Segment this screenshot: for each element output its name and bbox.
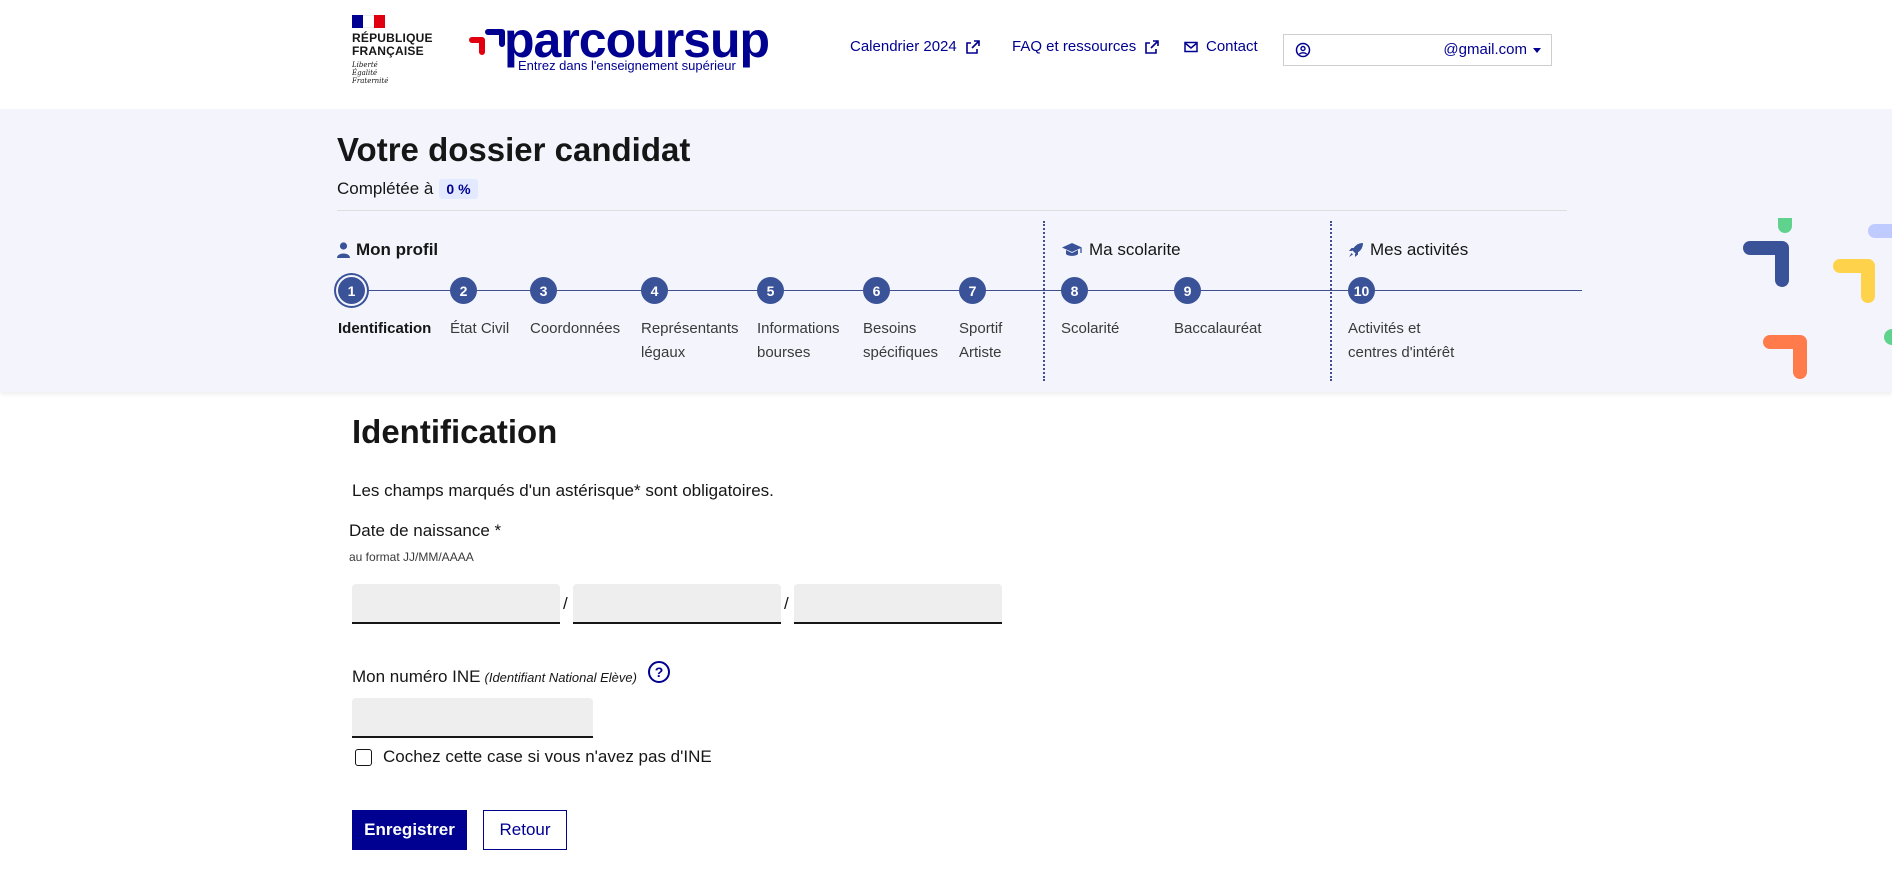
- back-button[interactable]: Retour: [483, 810, 567, 850]
- site-header: RÉPUBLIQUE FRANÇAISE Liberté Égalité Fra…: [0, 0, 1892, 109]
- completion-status: Complétée à 0 %: [337, 179, 478, 199]
- step-label: Besoins spécifiques: [863, 320, 939, 361]
- graduation-cap-icon: [1062, 243, 1082, 256]
- section-mon-profil: Mon profil: [337, 240, 438, 260]
- birth-year-input[interactable]: [794, 584, 1002, 624]
- step-number: 7: [959, 277, 986, 304]
- step-besoins-specifiques[interactable]: 6 Besoins spécifiques: [863, 277, 938, 361]
- external-link-icon: [965, 39, 980, 54]
- step-number: 5: [757, 277, 784, 304]
- ine-label: Mon numéro INE (Identifiant National Elè…: [352, 667, 637, 686]
- step-label: État Civil: [450, 320, 510, 337]
- external-link-icon: [1145, 39, 1160, 54]
- birthdate-label: Date de naissance *: [349, 521, 502, 540]
- parcoursup-logo[interactable]: parcoursup Entrez dans l'enseignement su…: [468, 14, 778, 76]
- step-number: 4: [641, 277, 668, 304]
- calendar-link[interactable]: Calendrier 2024: [850, 38, 980, 55]
- dossier-banner: Votre dossier candidat Complétée à 0 % M…: [0, 109, 1892, 392]
- step-etat-civil[interactable]: 2 État Civil: [450, 277, 509, 337]
- rocket-icon: [1349, 243, 1363, 257]
- step-number: 10: [1348, 277, 1375, 304]
- section-mes-activites: Mes activités: [1348, 240, 1468, 260]
- mail-icon: [1184, 41, 1198, 52]
- birth-month-input[interactable]: [573, 584, 781, 624]
- step-activites[interactable]: 10 Activités et centres d'intérêt: [1348, 277, 1454, 361]
- parcoursup-arrows-icon: [469, 29, 505, 55]
- account-email: @gmail.com: [1443, 41, 1527, 58]
- no-ine-checkbox[interactable]: [355, 749, 372, 766]
- date-separator: /: [784, 594, 789, 613]
- user-circle-icon: [1295, 42, 1311, 58]
- step-label: Coordonnées: [530, 320, 621, 337]
- french-flag-icon: [352, 15, 385, 28]
- step-number: 1: [338, 277, 365, 304]
- step-identification[interactable]: 1 Identification: [338, 277, 431, 337]
- save-button[interactable]: Enregistrer: [352, 810, 467, 850]
- contact-link[interactable]: Contact: [1184, 38, 1258, 55]
- dossier-title: Votre dossier candidat: [337, 131, 691, 168]
- step-number: 3: [530, 277, 557, 304]
- republique-francaise-text: RÉPUBLIQUE FRANÇAISE: [352, 31, 433, 58]
- step-label: Représentants légaux: [641, 320, 739, 361]
- step-number: 2: [450, 277, 477, 304]
- ine-sublabel: (Identifiant National Elève): [484, 670, 637, 685]
- required-fields-note: Les champs marqués d'un astérisque* sont…: [352, 481, 774, 500]
- chevron-down-icon: [1533, 48, 1541, 53]
- marianne-logo[interactable]: RÉPUBLIQUE FRANÇAISE Liberté Égalité Fra…: [352, 15, 442, 85]
- faq-link[interactable]: FAQ et ressources: [1012, 38, 1160, 55]
- devise-text: Liberté Égalité Fraternité: [352, 61, 389, 85]
- step-number: 8: [1061, 277, 1088, 304]
- step-representants-legaux[interactable]: 4 Représentants légaux: [641, 277, 739, 361]
- user-icon: [337, 242, 350, 258]
- step-label: Activités et centres d'intérêt: [1348, 320, 1455, 361]
- section-ma-scolarite: Ma scolarite: [1061, 240, 1181, 260]
- no-ine-checkbox-label[interactable]: Cochez cette case si vous n'avez pas d'I…: [383, 747, 712, 767]
- step-label: Identification: [338, 320, 432, 337]
- account-dropdown[interactable]: @gmail.com: [1283, 34, 1552, 66]
- section-separator: [1330, 221, 1332, 381]
- date-separator: /: [563, 594, 568, 613]
- ine-input[interactable]: [352, 698, 593, 738]
- step-scolarite[interactable]: 8 Scolarité: [1061, 277, 1119, 337]
- step-label: Scolarité: [1061, 320, 1120, 337]
- form-title: Identification: [352, 413, 558, 450]
- birth-day-input[interactable]: [352, 584, 560, 624]
- step-informations-bourses[interactable]: 5 Informations bourses: [757, 277, 840, 361]
- step-baccalaureat[interactable]: 9 Baccalauréat: [1174, 277, 1262, 337]
- step-label: Baccalauréat: [1174, 320, 1262, 337]
- completion-badge: 0 %: [439, 179, 478, 199]
- decorative-arrows-icon: [1743, 218, 1892, 379]
- step-number: 6: [863, 277, 890, 304]
- divider: [337, 210, 1567, 211]
- help-icon[interactable]: ?: [648, 661, 670, 683]
- parcoursup-tagline: Entrez dans l'enseignement supérieur: [518, 58, 736, 73]
- birthdate-hint: au format JJ/MM/AAAA: [349, 550, 474, 564]
- step-label: Sportif Artiste: [959, 320, 1003, 361]
- step-label: Informations bourses: [757, 320, 840, 361]
- section-separator: [1043, 221, 1045, 381]
- step-coordonnees[interactable]: 3 Coordonnées: [530, 277, 620, 337]
- step-number: 9: [1174, 277, 1201, 304]
- step-sportif-artiste[interactable]: 7 Sportif Artiste: [959, 277, 1002, 361]
